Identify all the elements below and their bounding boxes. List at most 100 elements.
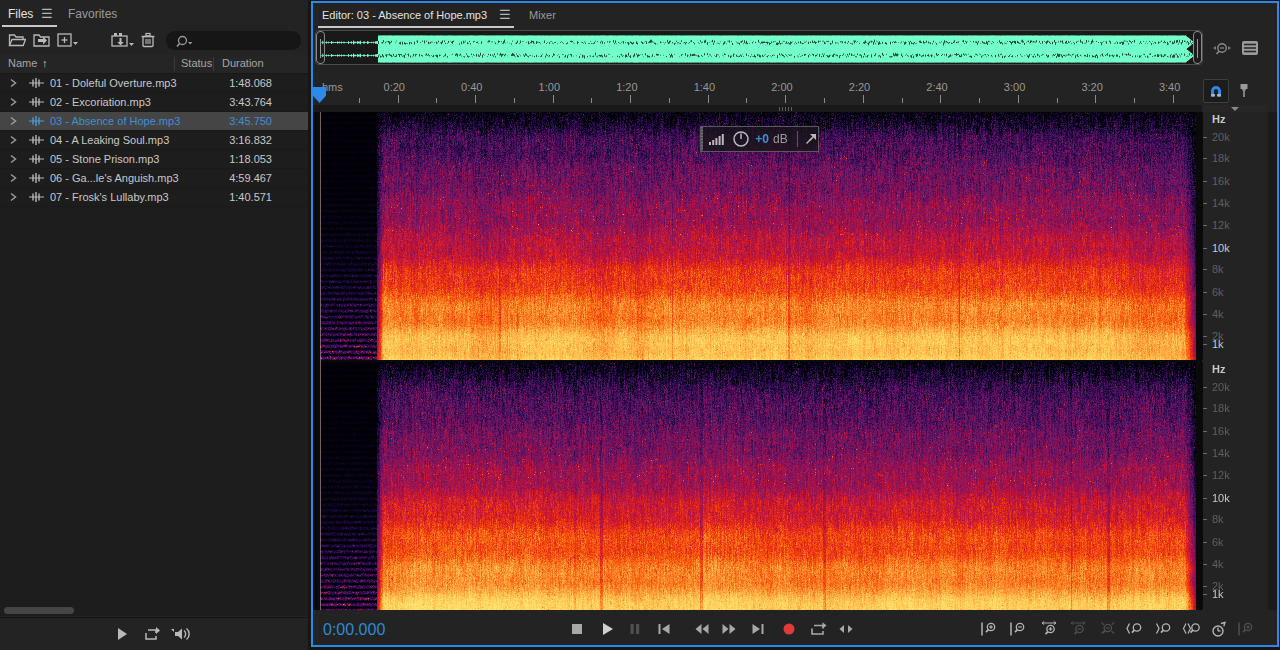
file-row[interactable]: 01 - Doleful Overture.mp3 1:48.068 bbox=[0, 74, 308, 93]
column-duration[interactable]: Duration bbox=[222, 57, 264, 69]
file-duration: 3:45.750 bbox=[229, 115, 272, 127]
skip-playhead-button[interactable] bbox=[834, 618, 858, 640]
tab-files[interactable]: Files bbox=[8, 7, 33, 21]
marker-button[interactable] bbox=[1234, 80, 1254, 102]
play-icon[interactable] bbox=[114, 625, 130, 643]
waveform-overview[interactable] bbox=[315, 30, 1203, 65]
gain-knob-icon[interactable] bbox=[732, 130, 750, 148]
skip-to-end-button[interactable] bbox=[746, 618, 770, 640]
zoom-navigator-icon[interactable] bbox=[1211, 39, 1233, 59]
files-panel-menu-icon[interactable]: ☰ bbox=[41, 6, 53, 21]
panel-list-icon[interactable] bbox=[1241, 39, 1259, 57]
vertical-scrollbar[interactable] bbox=[1268, 112, 1277, 610]
expand-chevron-icon[interactable] bbox=[7, 153, 19, 165]
strip-grip-dots bbox=[779, 107, 780, 111]
hud-grip[interactable] bbox=[701, 127, 703, 151]
file-row[interactable]: 07 - Frosk's Lullaby.mp3 1:40.571 bbox=[0, 188, 308, 207]
file-name[interactable]: 07 - Frosk's Lullaby.mp3 bbox=[50, 191, 169, 203]
file-row-selected[interactable]: 03 - Absence of Hope.mp3 3:45.750 bbox=[0, 112, 308, 131]
overview-left-handle[interactable] bbox=[316, 31, 325, 64]
file-duration: 1:48.068 bbox=[229, 77, 272, 89]
zoom-in-left-edge-button[interactable] bbox=[1122, 618, 1146, 640]
trash-icon[interactable] bbox=[140, 32, 156, 48]
column-name[interactable]: Name bbox=[8, 57, 37, 69]
ruler-time-label: 3:40 bbox=[1159, 81, 1180, 93]
file-duration: 1:40.571 bbox=[229, 191, 272, 203]
skip-to-start-button[interactable] bbox=[652, 618, 676, 640]
rewind-button[interactable] bbox=[690, 618, 714, 640]
ruler-time-label: 2:00 bbox=[771, 81, 792, 93]
file-name[interactable]: 01 - Doleful Overture.mp3 bbox=[50, 77, 177, 89]
ruler-tick bbox=[1018, 95, 1019, 103]
expand-chevron-icon[interactable] bbox=[7, 191, 19, 203]
expand-chevron-icon[interactable] bbox=[7, 115, 19, 127]
file-row[interactable]: 06 - Ga...le's Anguish.mp34:59.467 bbox=[0, 169, 308, 188]
ruler-tick bbox=[746, 98, 747, 103]
zoom-in-amplitude-button[interactable] bbox=[977, 618, 1001, 640]
editor-panel-menu-icon[interactable]: ☰ bbox=[499, 7, 511, 22]
overview-right-handle[interactable] bbox=[1193, 31, 1202, 64]
freq-label: 14k bbox=[1212, 197, 1230, 209]
column-status[interactable]: Status bbox=[181, 57, 212, 69]
tab-favorites[interactable]: Favorites bbox=[68, 7, 117, 21]
frequency-scale-header[interactable] bbox=[1202, 105, 1268, 112]
strip-grip-dots bbox=[785, 107, 786, 111]
zoom-in-time-button[interactable] bbox=[1037, 618, 1061, 640]
file-list-header[interactable]: Name ↑ Status Duration bbox=[0, 54, 308, 74]
zoom-out-amplitude-button[interactable] bbox=[1006, 618, 1030, 640]
freq-tick bbox=[1203, 542, 1207, 543]
snap-toggle-button[interactable] bbox=[1203, 79, 1229, 103]
file-name[interactable]: 06 - Ga...le's Anguish.mp3 bbox=[50, 172, 179, 184]
search-input[interactable] bbox=[166, 31, 301, 50]
ruler-tick bbox=[553, 95, 554, 103]
pause-button[interactable] bbox=[623, 618, 647, 640]
timer-button[interactable] bbox=[1206, 618, 1230, 640]
freq-tick bbox=[1203, 225, 1207, 226]
timeline-ruler[interactable]: hms 0:200:401:001:201:402:002:202:403:00… bbox=[313, 78, 1199, 105]
loop-playback-button[interactable] bbox=[806, 618, 830, 640]
file-name[interactable]: 03 - Absence of Hope.mp3 bbox=[50, 115, 180, 127]
zoom-to-selection-button[interactable] bbox=[1179, 618, 1203, 640]
loop-playback-icon[interactable] bbox=[143, 625, 161, 643]
zoom-in-right-edge-button[interactable] bbox=[1151, 618, 1175, 640]
files-toolbar bbox=[0, 28, 308, 54]
horizontal-scrollbar[interactable] bbox=[4, 607, 74, 614]
freq-label: 18k bbox=[1212, 402, 1230, 414]
spectrogram-channel-2[interactable] bbox=[320, 362, 1196, 610]
expand-chevron-icon[interactable] bbox=[7, 77, 19, 89]
file-name[interactable]: 02 - Excoriation.mp3 bbox=[50, 96, 151, 108]
import-folder-icon[interactable] bbox=[32, 32, 51, 48]
file-name[interactable]: 04 - A Leaking Soul.mp3 bbox=[50, 134, 169, 146]
zoom-out-full-button[interactable] bbox=[1094, 618, 1118, 640]
freq-tick bbox=[1203, 248, 1207, 249]
media-import-icon[interactable] bbox=[111, 32, 135, 49]
gain-hud[interactable]: +0 dB bbox=[700, 126, 819, 152]
file-row[interactable]: 05 - Stone Prison.mp31:18.053 bbox=[0, 150, 308, 169]
ruler-tick bbox=[1173, 95, 1174, 103]
freq-tick bbox=[1203, 269, 1207, 270]
record-button[interactable] bbox=[777, 618, 801, 640]
file-row[interactable]: 04 - A Leaking Soul.mp33:16.832 bbox=[0, 131, 308, 150]
open-folder-icon[interactable] bbox=[8, 32, 26, 48]
hud-gain-value[interactable]: +0 bbox=[755, 132, 769, 146]
play-button[interactable] bbox=[595, 618, 619, 640]
file-row[interactable]: 02 - Excoriation.mp33:43.764 bbox=[0, 93, 308, 112]
expand-chevron-icon[interactable] bbox=[7, 96, 19, 108]
zoom-vertical-selection-button[interactable] bbox=[1234, 618, 1258, 640]
hud-pin-icon[interactable] bbox=[804, 132, 818, 146]
stop-button[interactable] bbox=[565, 618, 589, 640]
freq-tick bbox=[1203, 498, 1207, 499]
zoom-out-time-button[interactable] bbox=[1066, 618, 1090, 640]
expand-chevron-icon[interactable] bbox=[7, 172, 19, 184]
tab-mixer[interactable]: Mixer bbox=[529, 9, 556, 21]
expand-chevron-icon[interactable] bbox=[7, 134, 19, 146]
ruler-tick bbox=[436, 98, 437, 103]
auto-play-speaker-icon[interactable] bbox=[170, 625, 190, 643]
file-name[interactable]: 05 - Stone Prison.mp3 bbox=[50, 153, 159, 165]
ruler-divider-strip[interactable] bbox=[313, 105, 1202, 112]
time-display[interactable]: 0:00.000 bbox=[323, 621, 385, 639]
fast-forward-button[interactable] bbox=[717, 618, 741, 640]
freq-scale-menu-icon[interactable] bbox=[1231, 107, 1239, 111]
new-item-icon[interactable] bbox=[57, 32, 79, 48]
tab-editor[interactable]: Editor: 03 - Absence of Hope.mp3 bbox=[322, 9, 487, 21]
